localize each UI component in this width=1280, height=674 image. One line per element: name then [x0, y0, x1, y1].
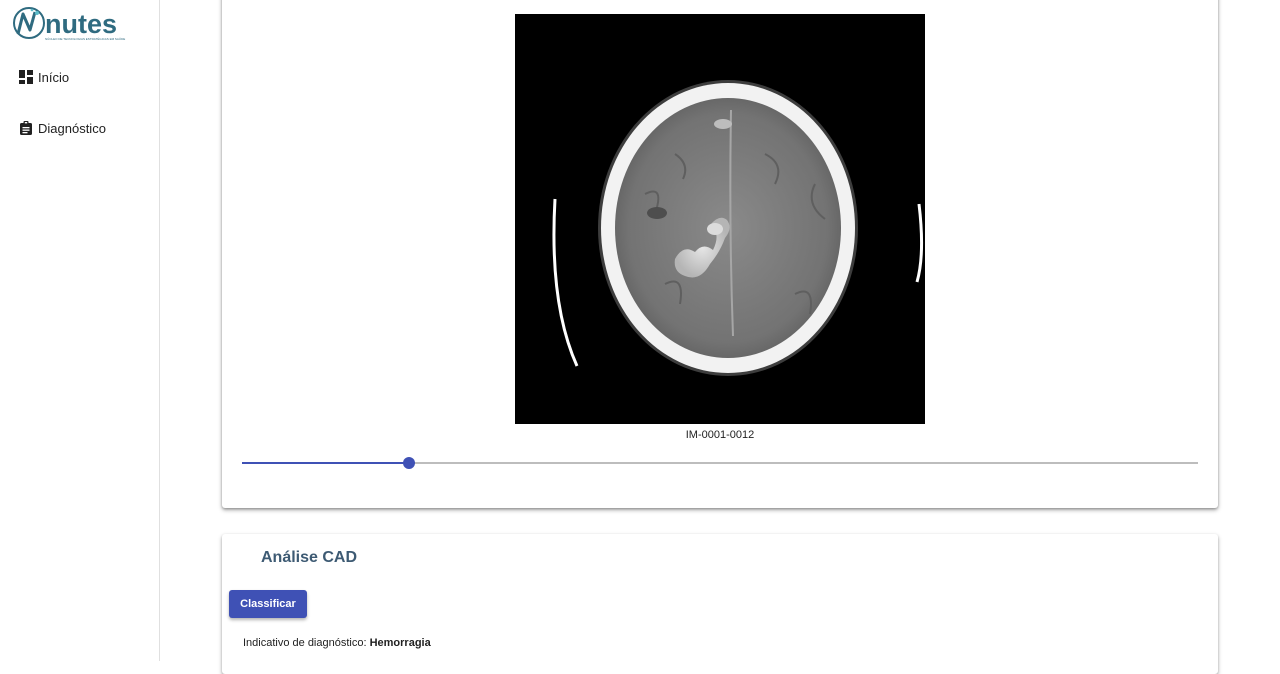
nutes-logo[interactable]: nutes NÚCLEO DE TECNOLOGIAS ESTRATÉGICAS… [12, 6, 136, 44]
classify-button[interactable]: Classificar [229, 590, 307, 618]
sidebar-item-label: Diagnóstico [38, 120, 106, 136]
image-viewer-card: IM-0001-0012 [222, 0, 1218, 508]
dashboard-icon [18, 69, 34, 85]
clipboard-icon [18, 120, 34, 136]
sidebar-item-label: Início [38, 69, 70, 85]
diagnosis-prefix: Indicativo de diagnóstico: [243, 637, 370, 649]
diagnosis-indicator: Indicativo de diagnóstico: Hemorragia [243, 637, 431, 649]
cad-analysis-card: Análise CAD Classificar Indicativo de di… [222, 534, 1218, 674]
slider-track [242, 462, 410, 464]
cad-title: Análise CAD [261, 549, 358, 566]
image-label: IM-0001-0012 [685, 429, 755, 441]
slider-thumb[interactable] [403, 457, 416, 469]
ct-scan-image [515, 14, 925, 424]
main-content: IM-0001-0012 Análise CAD Classificar Ind… [160, 0, 1280, 674]
diagnosis-value: Hemorragia [369, 637, 431, 649]
sidebar-item-diagnostico[interactable]: Diagnóstico [18, 118, 106, 138]
sidebar-item-inicio[interactable]: Início [18, 67, 69, 87]
sidebar: nutes NÚCLEO DE TECNOLOGIAS ESTRATÉGICAS… [0, 0, 160, 661]
svg-text:NÚCLEO DE TECNOLOGIAS ESTRATÉG: NÚCLEO DE TECNOLOGIAS ESTRATÉGICAS EM SA… [45, 36, 125, 41]
slice-slider[interactable] [242, 457, 1198, 469]
svg-text:nutes: nutes [45, 9, 117, 39]
